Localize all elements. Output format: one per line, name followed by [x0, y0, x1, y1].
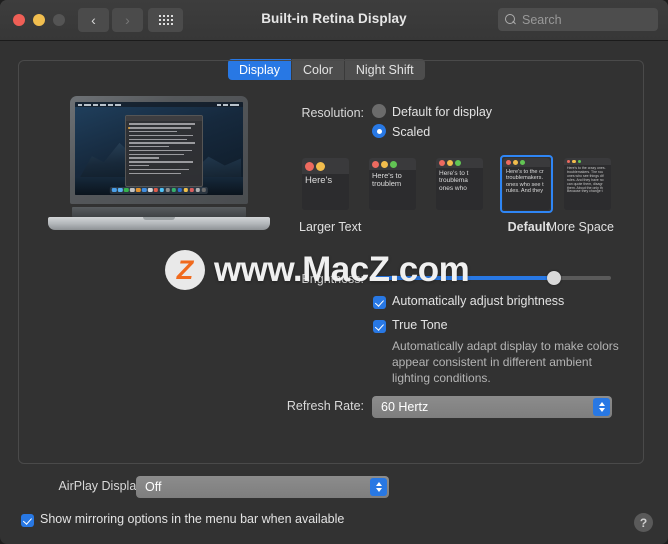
brightness-slider[interactable]: [373, 271, 611, 285]
resolution-label: Resolution:: [301, 106, 364, 120]
preview-window-titlebar: [126, 116, 202, 129]
chevron-updown-icon[interactable]: [593, 398, 610, 416]
macbook-base: [48, 217, 270, 230]
resolution-thumbnail-default[interactable]: Here's to the cr troublemakers. ones who…: [500, 155, 553, 213]
help-button[interactable]: ?: [634, 513, 653, 532]
checkbox-true-tone-label[interactable]: True Tone: [392, 318, 448, 332]
thumbnail-text: Here's to t troublema ones who: [439, 170, 469, 192]
brightness-label: Brightness:: [301, 272, 364, 286]
scaled-resolution-options: Here's Here's to troublem Here's to t tr…: [299, 155, 614, 215]
thumbnail-text: Here's to the cr troublemakers. ones who…: [506, 169, 544, 194]
chevron-updown-icon[interactable]: [370, 478, 387, 496]
airplay-display-label: AirPlay Display:: [58, 479, 146, 493]
thumbnail-text: Here's: [305, 175, 333, 186]
scaled-resolution-labels: Larger Text Default More Space: [299, 220, 614, 236]
search-field[interactable]: Search: [498, 8, 658, 31]
resolution-thumbnail-larger-text-2[interactable]: Here's to troublem: [366, 155, 419, 213]
thumbnail-text: Here's to the crazy ones. troublemakers.…: [567, 166, 606, 194]
resolution-thumbnail-mid[interactable]: Here's to t troublema ones who: [433, 155, 486, 213]
radio-scaled-label[interactable]: Scaled: [392, 125, 430, 139]
thumbnail-text: Here's to troublem: [372, 171, 402, 189]
label-larger-text: Larger Text: [299, 220, 362, 234]
checkbox-show-mirroring-options[interactable]: [21, 514, 34, 527]
refresh-rate-dropdown[interactable]: 60 Hertz: [372, 396, 612, 418]
search-icon: [504, 13, 517, 26]
preview-text-window: [125, 115, 203, 187]
airplay-display-dropdown[interactable]: Off: [136, 476, 389, 498]
true-tone-description: Automatically adapt display to make colo…: [392, 339, 619, 386]
preview-dock: [109, 186, 209, 194]
search-input[interactable]: Search: [522, 13, 562, 27]
radio-default-for-display-label[interactable]: Default for display: [392, 105, 492, 119]
brightness-slider-knob[interactable]: [547, 271, 561, 285]
refresh-rate-label: Refresh Rate:: [286, 399, 364, 413]
label-default-resolution: Default: [507, 220, 550, 234]
macbook-keyboard: [72, 207, 246, 217]
refresh-rate-value: 60 Hertz: [381, 400, 429, 414]
radio-default-for-display[interactable]: [372, 104, 386, 118]
display-preferences-window: ‹ › Built-in Retina Display Search Displ…: [0, 0, 668, 544]
airplay-display-value: Off: [145, 480, 162, 494]
resolution-thumbnail-larger-text-1[interactable]: Here's: [299, 155, 352, 213]
checkbox-auto-adjust-brightness[interactable]: [373, 296, 386, 309]
checkbox-auto-adjust-brightness-label[interactable]: Automatically adjust brightness: [392, 294, 564, 308]
label-more-space: More Space: [546, 220, 614, 234]
title-bar: ‹ › Built-in Retina Display Search: [0, 0, 668, 41]
checkbox-show-mirroring-options-label[interactable]: Show mirroring options in the menu bar w…: [40, 512, 344, 526]
brightness-slider-fill: [373, 276, 555, 280]
checkbox-true-tone[interactable]: [373, 320, 386, 333]
resolution-thumbnail-more-space[interactable]: Here's to the crazy ones. troublemakers.…: [561, 155, 614, 213]
radio-scaled[interactable]: [372, 124, 386, 138]
